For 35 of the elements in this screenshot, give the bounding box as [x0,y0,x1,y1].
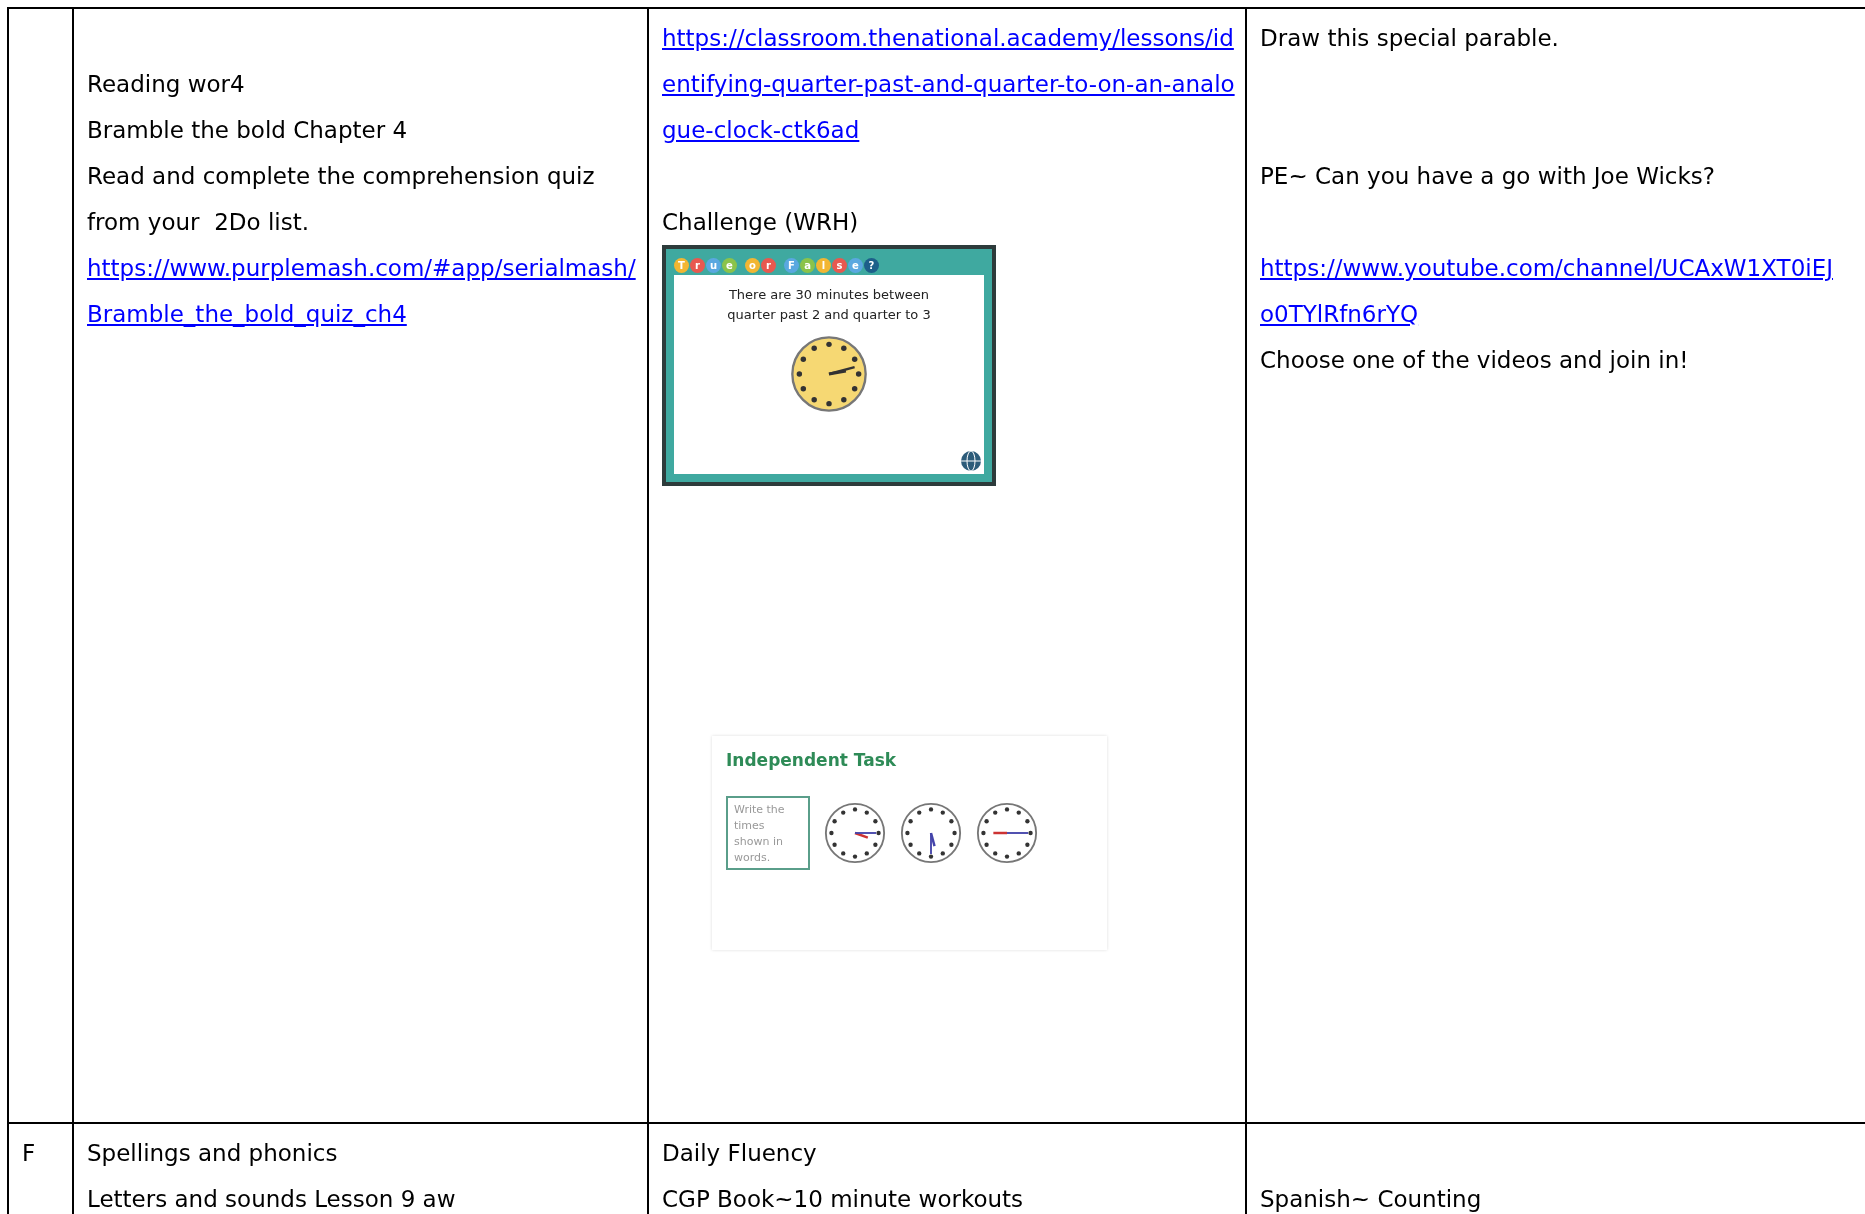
cell-text: PE~ Can you have a go with Joe Wicks? [1260,162,1716,191]
cell-text: Challenge (WRH) [662,208,860,237]
slide-text: Write the times shown in words. [726,796,810,870]
link[interactable]: https://www.youtube.com/channel/UCAxW1XT0iEJo0TYlRfn6rYQ [1260,245,1847,337]
clock-icon [790,335,868,413]
cell-text: Draw this special parable. [1260,24,1560,53]
letter-bubble: s [832,257,847,273]
slide-title: Independent Task [726,750,898,770]
letter-bubble: r [690,257,705,273]
letter-bubble: l [816,257,831,273]
letter-bubble: u [706,257,721,273]
slide-text: There are 30 minutes between quarter past 2 and quarter to 3 [726,286,932,324]
cell-text: Choose one of the videos and join in! [1260,346,1690,375]
letter-bubble: a [800,257,815,273]
letter-bubble: e [848,257,863,273]
link[interactable]: https://classroom.thenational.academy/lessons/identifying-quarter-past-and-quarter-to-on-an-analogue-clock-ctk6ad [662,15,1235,153]
cell-text: Spellings and phonics [87,1139,339,1168]
row-label: F [22,1139,37,1168]
clock-icon [824,802,886,864]
clock-icon [976,802,1038,864]
letter-bubble: T [674,257,689,273]
cell-text: Reading wor4 [87,70,246,99]
cell-text: Read and complete the comprehension quiz from your 2Do list. [87,162,596,237]
cell-text: Spanish~ Counting [1260,1185,1483,1214]
letter-bubble: e [722,257,737,273]
cell-text: CGP Book~10 minute workouts [662,1185,1025,1214]
letter-bubble: o [745,257,760,273]
letter-bubble: ? [864,257,879,273]
cell-text: Letters and sounds Lesson 9 aw [87,1185,457,1214]
cell-text: Bramble the bold Chapter 4 [87,116,409,145]
clock-icon [900,802,962,864]
letter-bubble: r [761,257,776,273]
cell-text: Daily Fluency [662,1139,818,1168]
letter-bubble: F [784,257,799,273]
link[interactable]: https://www.purplemash.com/#app/serialmash/Bramble_the_bold_quiz_ch4 [87,245,637,337]
